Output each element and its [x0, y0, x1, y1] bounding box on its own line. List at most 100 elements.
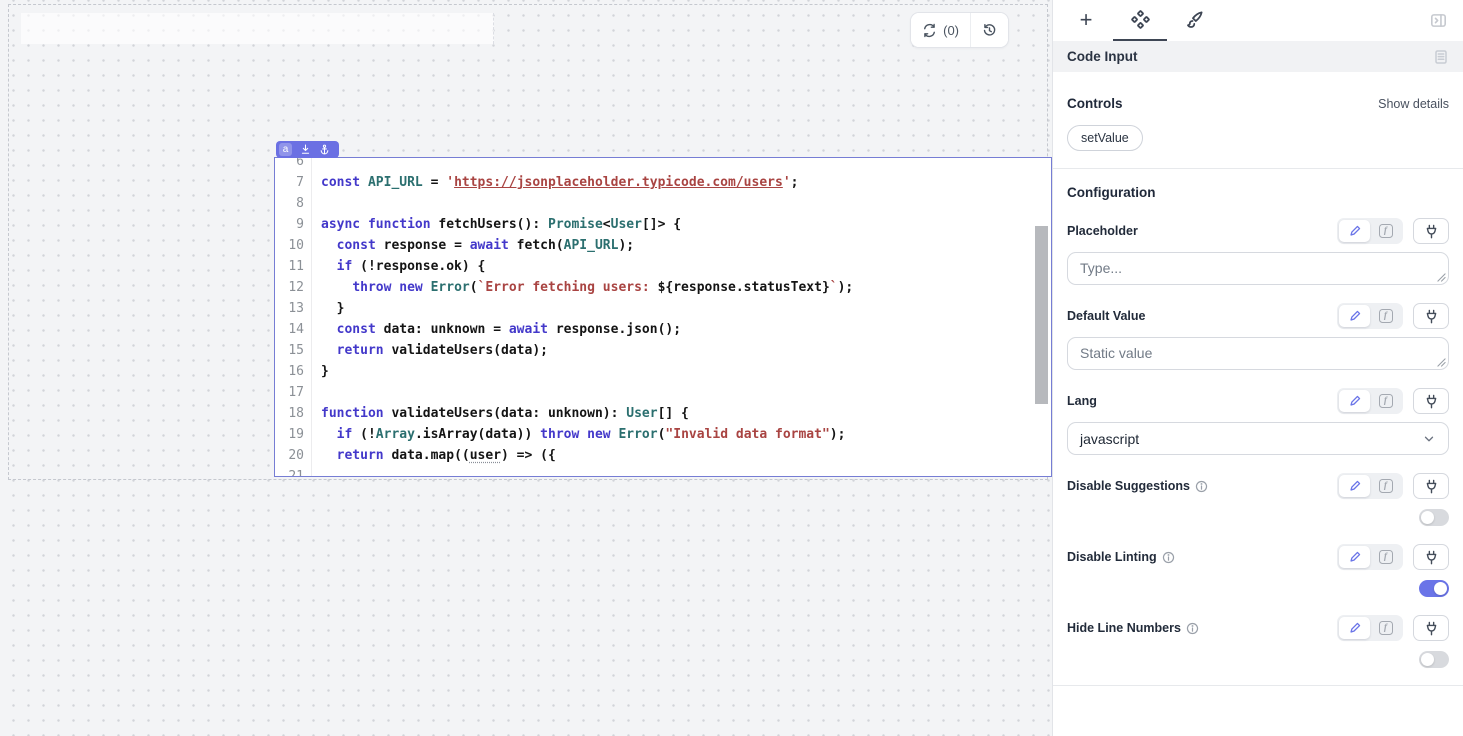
property-panel: +: [1052, 0, 1463, 736]
prop-row-default-value: Default Value f: [1067, 303, 1449, 370]
disable-suggestions-toggle[interactable]: [1419, 509, 1449, 526]
setvalue-method-chip[interactable]: setValue: [1067, 125, 1143, 151]
connect-data-button[interactable]: [1413, 473, 1449, 499]
pencil-icon: [1348, 550, 1362, 564]
js-mode-button[interactable]: f: [1370, 617, 1401, 639]
configuration-section-title: Configuration: [1067, 185, 1449, 200]
pencil-icon: [1348, 479, 1362, 493]
plug-icon: [1424, 550, 1439, 565]
refresh-icon: [922, 23, 937, 38]
code-line: 6: [275, 158, 1051, 172]
edit-mode-button[interactable]: [1339, 546, 1370, 568]
js-mode-button[interactable]: f: [1370, 305, 1401, 327]
widget-title: Code Input: [1067, 49, 1138, 64]
widget-name-badge: a: [279, 143, 292, 156]
info-icon: [1162, 551, 1175, 564]
plug-icon: [1424, 479, 1439, 494]
prop-row-hide-line-numbers: Hide Line Numbers f: [1067, 615, 1449, 668]
canvas-action-bar: (0): [910, 12, 1009, 48]
edit-mode-button[interactable]: [1339, 617, 1370, 639]
show-details-link[interactable]: Show details: [1378, 97, 1449, 111]
editor-scrollbar[interactable]: [1035, 226, 1048, 404]
controls-section-title: Controls: [1067, 96, 1123, 111]
plug-icon: [1424, 394, 1439, 409]
code-lines[interactable]: 67const API_URL = 'https://jsonplacehold…: [275, 158, 1051, 476]
binding-mode-switch: f: [1337, 303, 1403, 329]
edit-mode-button[interactable]: [1339, 305, 1370, 327]
hide-line-numbers-toggle[interactable]: [1419, 651, 1449, 668]
prop-row-placeholder: Placeholder f: [1067, 218, 1449, 285]
code-line: 21: [275, 466, 1051, 476]
connect-data-button[interactable]: [1413, 388, 1449, 414]
function-icon: f: [1379, 621, 1393, 635]
placeholder-label: Placeholder: [1067, 224, 1138, 238]
brush-icon: [1185, 10, 1204, 29]
code-input-widget[interactable]: a 67const API_URL = 'https://jsonplaceho…: [274, 157, 1052, 477]
widget-tag[interactable]: a: [276, 141, 339, 158]
connect-data-button[interactable]: [1413, 218, 1449, 244]
editor-canvas[interactable]: (0) a: [0, 0, 1052, 736]
pencil-icon: [1348, 224, 1362, 238]
anchor-icon[interactable]: [319, 144, 330, 155]
js-mode-button[interactable]: f: [1370, 546, 1401, 568]
info-icon: [1195, 480, 1208, 493]
function-icon: f: [1379, 309, 1393, 323]
code-line: 11 if (!response.ok) {: [275, 256, 1051, 277]
default-value-label: Default Value: [1067, 309, 1146, 323]
chevron-down-icon: [1422, 432, 1436, 446]
code-line: 12 throw new Error(`Error fetching users…: [275, 277, 1051, 298]
tab-widget-properties[interactable]: [1113, 0, 1167, 41]
panel-tabs: +: [1053, 0, 1463, 41]
js-mode-button[interactable]: f: [1370, 390, 1401, 412]
lang-label: Lang: [1067, 394, 1097, 408]
plug-icon: [1424, 224, 1439, 239]
divider: [1053, 685, 1463, 686]
panel-body: Controls Show details setValue Configura…: [1053, 96, 1463, 686]
divider: [1053, 168, 1463, 169]
placeholder-input[interactable]: [1067, 252, 1449, 285]
js-mode-button[interactable]: f: [1370, 475, 1401, 497]
code-line: 8: [275, 193, 1051, 214]
arrow-down-to-line-icon[interactable]: [300, 144, 311, 155]
refresh-button[interactable]: (0): [911, 13, 970, 47]
lang-select[interactable]: javascript: [1067, 422, 1449, 455]
section-dropzone[interactable]: (0) a: [8, 4, 1048, 480]
tab-add-widget[interactable]: +: [1059, 0, 1113, 41]
hide-line-numbers-label: Hide Line Numbers: [1067, 621, 1199, 635]
plug-icon: [1424, 621, 1439, 636]
default-value-input[interactable]: [1067, 337, 1449, 370]
edit-mode-button[interactable]: [1339, 220, 1370, 242]
code-line: 17: [275, 382, 1051, 403]
edit-mode-button[interactable]: [1339, 475, 1370, 497]
collapse-panel-icon: [1430, 12, 1447, 29]
history-icon: [982, 23, 997, 38]
collapse-panel-button[interactable]: [1430, 12, 1447, 29]
history-button[interactable]: [971, 13, 1008, 47]
lang-selected-value: javascript: [1080, 431, 1139, 447]
pencil-icon: [1348, 309, 1362, 323]
widgets-icon: [1131, 10, 1150, 29]
pencil-icon: [1348, 621, 1362, 635]
tab-style[interactable]: [1167, 0, 1221, 41]
disable-linting-label: Disable Linting: [1067, 550, 1175, 564]
binding-mode-switch: f: [1337, 473, 1403, 499]
empty-zone-placeholder[interactable]: [21, 13, 494, 44]
connect-data-button[interactable]: [1413, 303, 1449, 329]
code-line: 10 const response = await fetch(API_URL)…: [275, 235, 1051, 256]
docs-icon[interactable]: [1433, 49, 1449, 65]
connect-data-button[interactable]: [1413, 544, 1449, 570]
disable-linting-toggle[interactable]: [1419, 580, 1449, 597]
prop-row-lang: Lang f: [1067, 388, 1449, 455]
code-line: 19 if (!Array.isArray(data)) throw new E…: [275, 424, 1051, 445]
code-line: 14 const data: unknown = await response.…: [275, 319, 1051, 340]
connect-data-button[interactable]: [1413, 615, 1449, 641]
pencil-icon: [1348, 394, 1362, 408]
edit-mode-button[interactable]: [1339, 390, 1370, 412]
code-editor[interactable]: 67const API_URL = 'https://jsonplacehold…: [275, 158, 1051, 476]
binding-mode-switch: f: [1337, 388, 1403, 414]
code-line: 18function validateUsers(data: unknown):…: [275, 403, 1051, 424]
js-mode-button[interactable]: f: [1370, 220, 1401, 242]
function-icon: f: [1379, 224, 1393, 238]
refresh-count: (0): [943, 23, 959, 38]
binding-mode-switch: f: [1337, 218, 1403, 244]
